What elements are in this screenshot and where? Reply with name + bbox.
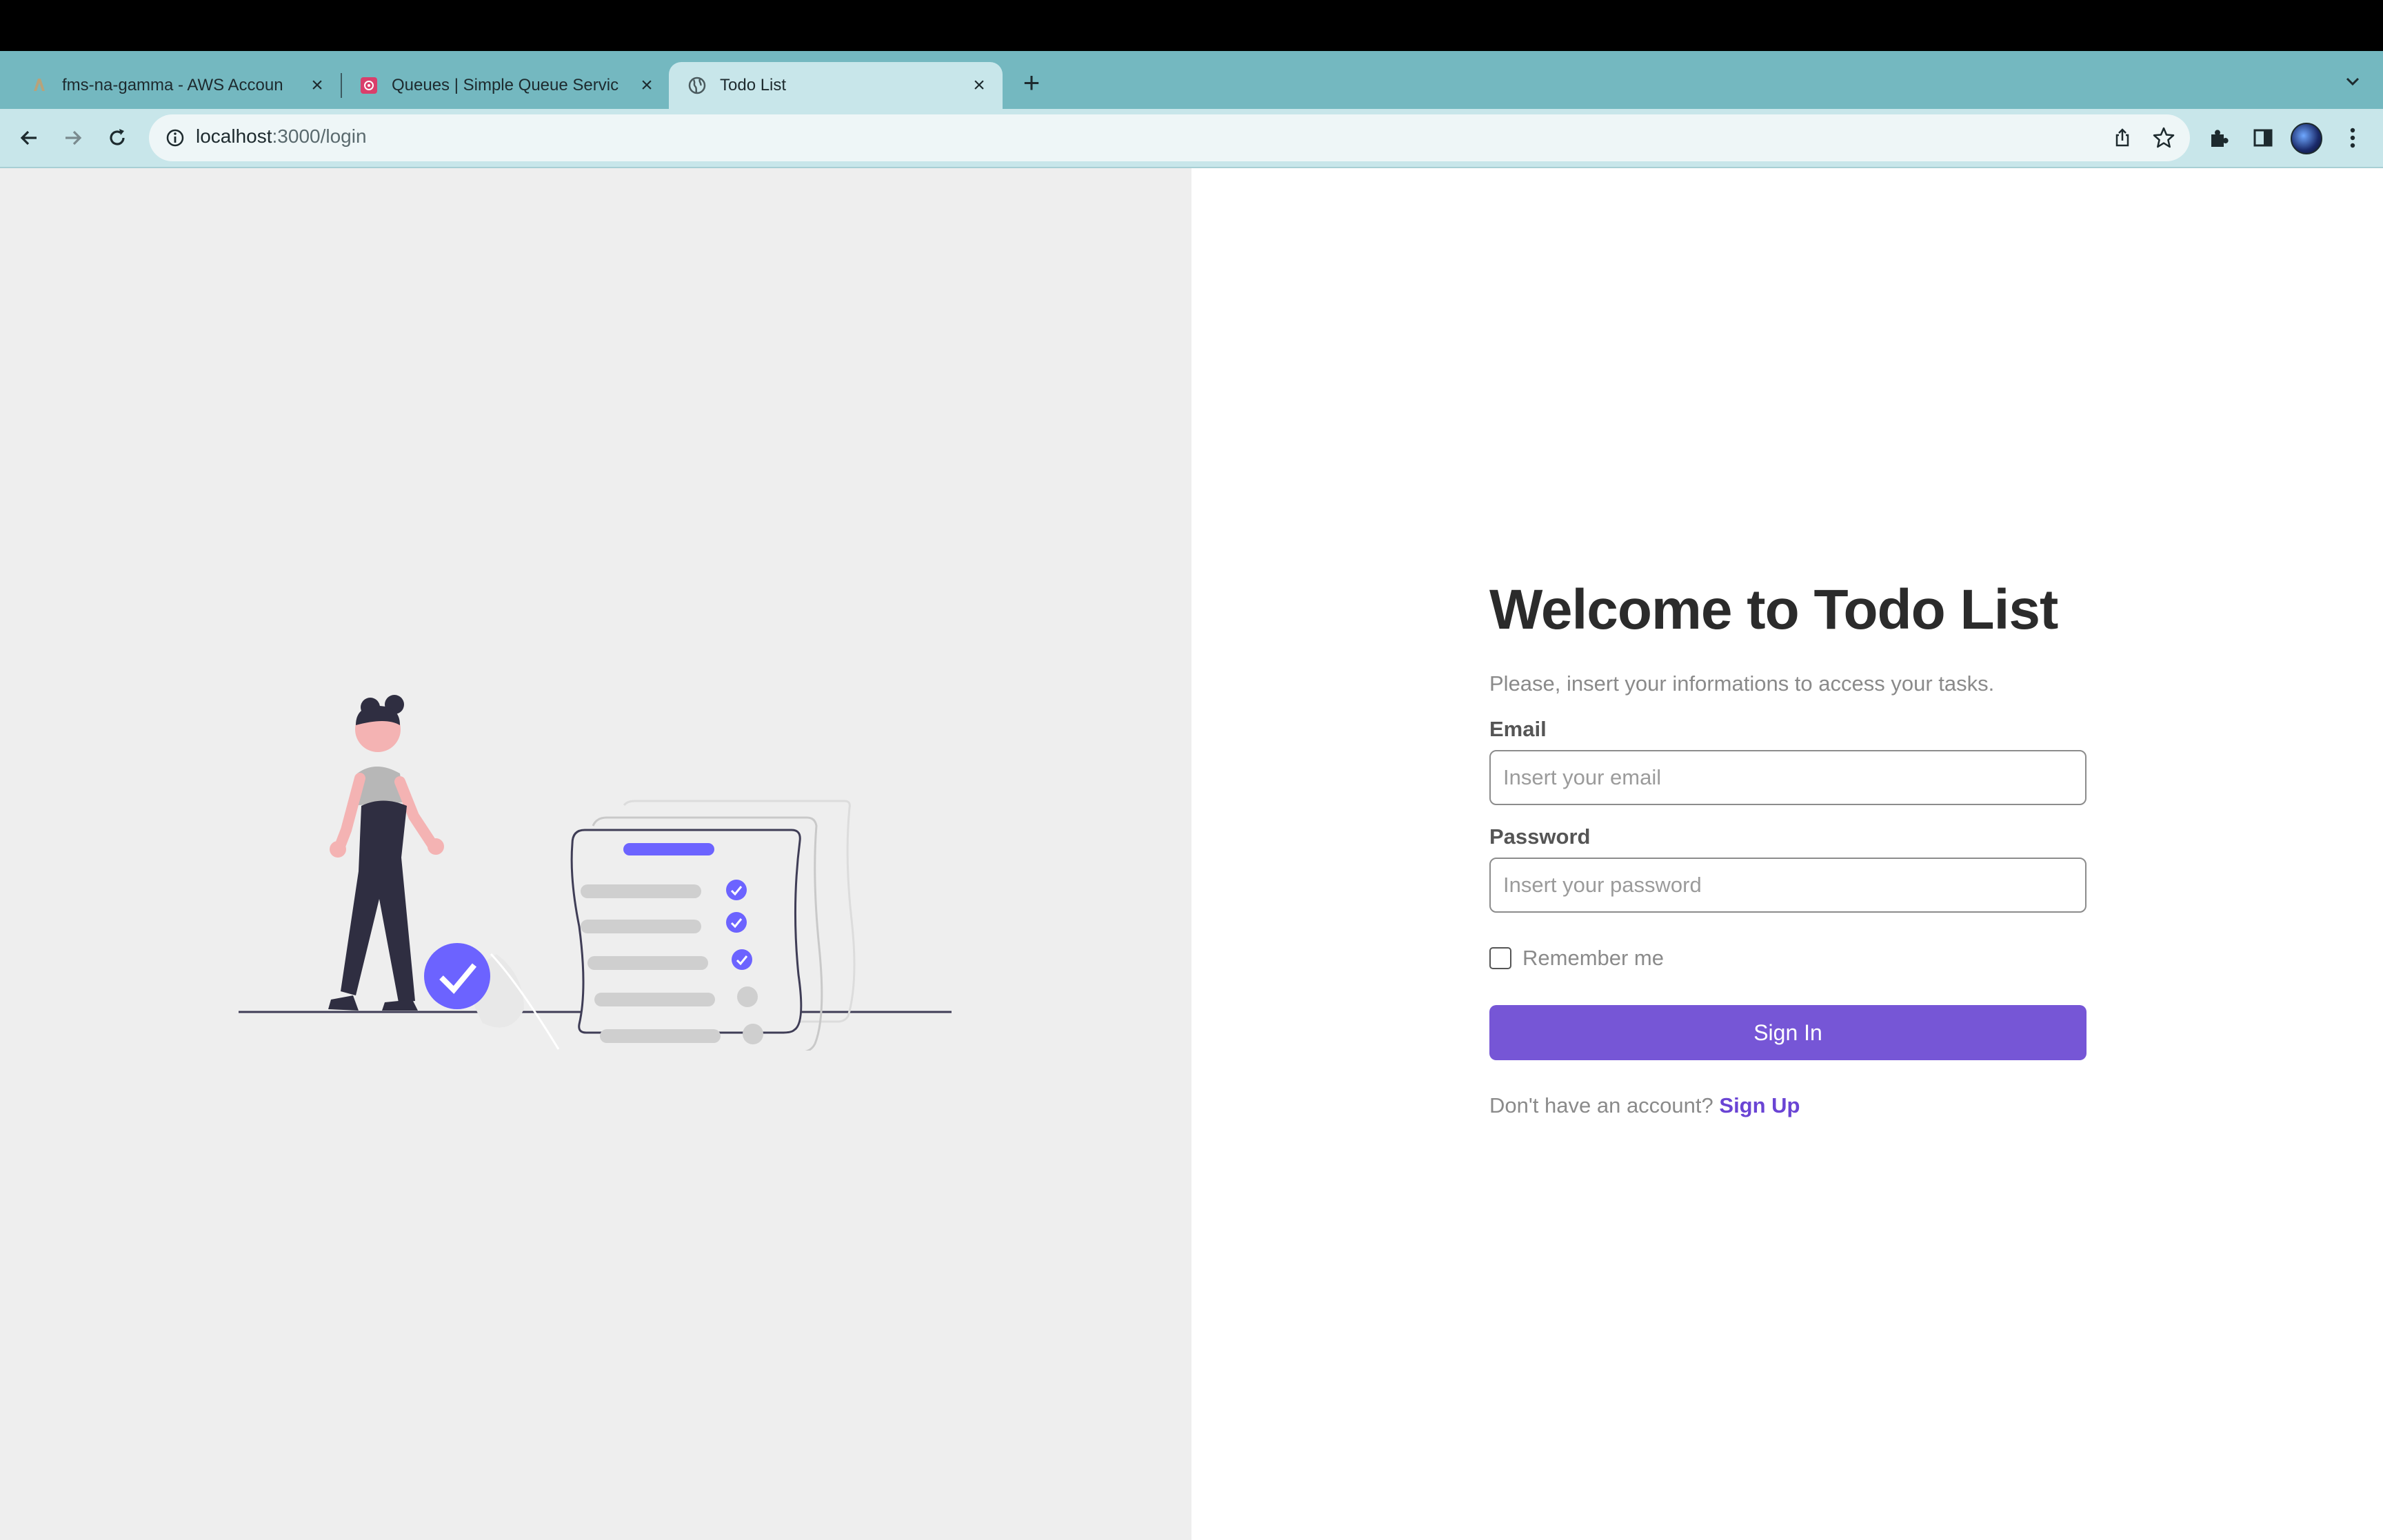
close-tab-icon[interactable]: × bbox=[968, 74, 990, 97]
signup-prompt: Don't have an account? bbox=[1489, 1093, 1713, 1117]
share-icon[interactable] bbox=[2111, 127, 2133, 149]
site-info-icon[interactable] bbox=[164, 127, 186, 149]
email-label: Email bbox=[1489, 717, 1547, 741]
reload-icon[interactable] bbox=[103, 124, 131, 152]
tab-strip: fms-na-gamma - AWS Accoun × Queues | Sim… bbox=[0, 51, 2383, 109]
tab-title: Queues | Simple Queue Servic bbox=[392, 76, 619, 94]
remember-me-checkbox[interactable] bbox=[1489, 947, 1511, 969]
web-page: Welcome to Todo List Please, insert your… bbox=[0, 168, 2383, 1540]
profile-avatar[interactable] bbox=[2291, 123, 2322, 154]
login-form: Welcome to Todo List Please, insert your… bbox=[1489, 582, 2087, 1118]
tab-sqs-queues[interactable]: Queues | Simple Queue Servic × bbox=[353, 62, 670, 109]
password-label: Password bbox=[1489, 824, 1591, 849]
browser-menu-kebab-icon[interactable] bbox=[2339, 124, 2366, 152]
illustration-panel bbox=[0, 168, 1192, 1540]
close-tab-icon[interactable]: × bbox=[636, 74, 658, 97]
remember-me-label[interactable]: Remember me bbox=[1522, 946, 1664, 971]
tab-title: fms-na-gamma - AWS Accoun bbox=[62, 76, 283, 94]
url-text[interactable]: localhost:3000/login bbox=[196, 125, 367, 148]
password-field[interactable] bbox=[1489, 858, 2087, 913]
login-subtitle: Please, insert your informations to acce… bbox=[1489, 671, 1995, 696]
close-tab-icon[interactable]: × bbox=[306, 74, 328, 97]
side-panel-icon[interactable] bbox=[2249, 124, 2277, 152]
tab-title: Todo List bbox=[720, 76, 787, 94]
browser-toolbar: localhost:3000/login bbox=[0, 109, 2383, 168]
sqs-icon bbox=[359, 75, 379, 96]
sign-in-button[interactable]: Sign In bbox=[1489, 1005, 2087, 1060]
signup-prompt-row: Don't have an account? Sign Up bbox=[1489, 1093, 2087, 1118]
forward-arrow-icon[interactable] bbox=[59, 124, 87, 152]
todo-checklist-illustration bbox=[239, 695, 952, 1051]
tab-separator bbox=[341, 73, 342, 98]
address-bar[interactable]: localhost:3000/login bbox=[149, 114, 2190, 161]
back-arrow-icon[interactable] bbox=[15, 124, 43, 152]
bookmark-star-icon[interactable] bbox=[2151, 125, 2176, 150]
remember-me-row: Remember me bbox=[1489, 946, 2087, 971]
globe-icon bbox=[687, 75, 707, 96]
new-tab-button[interactable]: + bbox=[1016, 68, 1047, 98]
url-host: localhost bbox=[196, 125, 272, 147]
macos-menu-area bbox=[0, 0, 2383, 51]
email-field[interactable] bbox=[1489, 750, 2087, 805]
tab-todo-list[interactable]: Todo List × bbox=[669, 62, 1003, 109]
url-path: :3000/login bbox=[272, 125, 367, 147]
aws-account-icon bbox=[29, 75, 50, 96]
sign-up-link[interactable]: Sign Up bbox=[1719, 1093, 1800, 1117]
tab-search-chevron-icon[interactable] bbox=[2340, 69, 2365, 94]
tab-aws-account[interactable]: fms-na-gamma - AWS Accoun × bbox=[23, 62, 341, 109]
page-title: Welcome to Todo List bbox=[1489, 578, 2058, 641]
extensions-puzzle-icon[interactable] bbox=[2205, 124, 2233, 152]
